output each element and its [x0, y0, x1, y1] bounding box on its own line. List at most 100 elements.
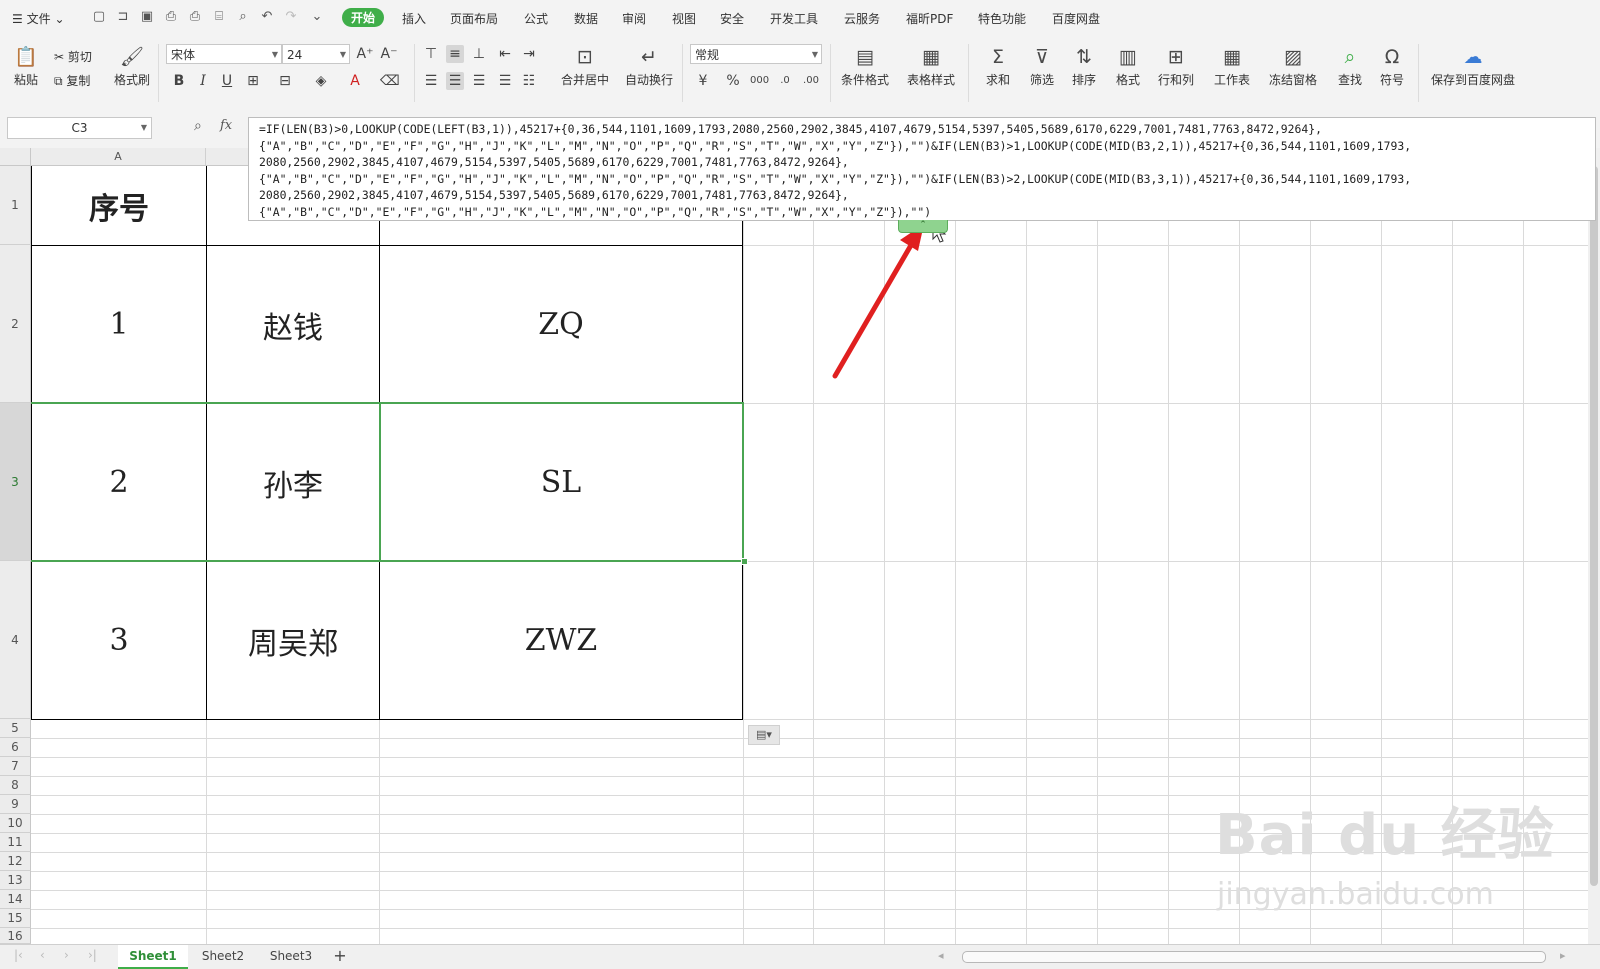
cell-a1[interactable]: 序号 [32, 166, 206, 245]
find-button[interactable]: ⌕ 查找 [1332, 46, 1368, 88]
tab-page-layout[interactable]: 页面布局 [450, 10, 498, 27]
paste-button[interactable]: 📋 粘贴 [8, 46, 44, 88]
vertical-scrollbar[interactable] [1588, 148, 1600, 944]
fill-pattern-icon[interactable]: ⊟ [276, 72, 294, 90]
decrease-font-icon[interactable]: A⁻ [380, 45, 398, 63]
fill-handle[interactable] [741, 558, 748, 565]
cell-b4[interactable]: 周吴郑 [207, 562, 379, 719]
sheet-tab-sheet2[interactable]: Sheet2 [190, 945, 256, 967]
align-left-icon[interactable]: ☰ [422, 72, 440, 90]
justify-icon[interactable]: ☰ [496, 72, 514, 90]
undo-icon[interactable]: ↶ [260, 10, 274, 24]
format-painter-button[interactable]: 🖌 格式刷 [112, 46, 152, 88]
tab-prev-icon[interactable]: ‹ [40, 948, 45, 962]
table-style-button[interactable]: ▦ 表格样式 [902, 46, 960, 88]
tab-last-icon[interactable]: ›| [88, 948, 97, 962]
row-header-6[interactable]: 6 [0, 738, 31, 757]
increase-font-icon[interactable]: A⁺ [356, 45, 374, 63]
column-header-a[interactable]: A [31, 148, 206, 166]
formula-input[interactable]: =IF(LEN(B3)>0,LOOKUP(CODE(LEFT(B3,1)),45… [248, 117, 1596, 221]
paste-options-button[interactable]: ▤▾ [748, 725, 780, 745]
cell-b2[interactable]: 赵钱 [207, 246, 379, 403]
tab-view[interactable]: 视图 [672, 10, 696, 27]
add-sheet-button[interactable]: + [330, 945, 350, 967]
save-to-baidu-button[interactable]: ☁ 保存到百度网盘 [1428, 46, 1518, 88]
sheet-tab-sheet1[interactable]: Sheet1 [118, 945, 188, 969]
format-button[interactable]: ▥ 格式 [1112, 46, 1144, 88]
print-preview-icon[interactable]: ⌸ [212, 10, 226, 24]
scroll-right-icon[interactable]: ▸ [1560, 949, 1566, 962]
currency-icon[interactable]: ¥ [694, 72, 712, 90]
zoom-search-icon[interactable]: ⌕ [194, 118, 202, 134]
font-size-select[interactable]: 24 ▼ [282, 44, 350, 64]
row-header-11[interactable]: 11 [0, 833, 31, 852]
scroll-left-icon[interactable]: ◂ [938, 949, 944, 962]
percent-icon[interactable]: % [724, 72, 742, 90]
sheet-tab-sheet3[interactable]: Sheet3 [258, 945, 324, 967]
symbol-button[interactable]: Ω 符号 [1374, 46, 1410, 88]
row-header-5[interactable]: 5 [0, 719, 31, 738]
cell-c4[interactable]: ZWZ [380, 562, 742, 719]
distributed-icon[interactable]: ☷ [520, 72, 538, 90]
horizontal-scrollbar[interactable] [962, 951, 1546, 963]
worksheet-button[interactable]: ▦ 工作表 [1208, 46, 1256, 88]
row-header-3[interactable]: 3 [0, 403, 31, 561]
row-header-12[interactable]: 12 [0, 852, 31, 871]
tab-foxit-pdf[interactable]: 福昕PDF [906, 10, 953, 27]
cell-a3[interactable]: 2 [32, 404, 206, 561]
row-header-10[interactable]: 10 [0, 814, 31, 833]
clear-format-icon[interactable]: ⌫ [380, 72, 400, 90]
italic-icon[interactable]: I [194, 72, 212, 90]
align-bottom-icon[interactable]: ⊥ [470, 45, 488, 63]
increase-indent-icon[interactable]: ⇥ [520, 45, 538, 63]
conditional-format-button[interactable]: ▤ 条件格式 [836, 46, 894, 88]
tab-features[interactable]: 特色功能 [978, 10, 1026, 27]
row-column-button[interactable]: ⊞ 行和列 [1154, 46, 1198, 88]
borders-icon[interactable]: ⊞ [244, 72, 262, 90]
font-name-select[interactable]: 宋体 ▼ [166, 44, 282, 64]
font-color-icon[interactable]: A [346, 72, 364, 90]
name-box[interactable]: C3 ▼ [7, 117, 152, 139]
vertical-scroll-thumb[interactable] [1590, 166, 1598, 886]
row-header-15[interactable]: 15 [0, 909, 31, 928]
row-header-4[interactable]: 4 [0, 561, 31, 719]
wrap-text-button[interactable]: ↵ 自动换行 [624, 46, 674, 88]
tab-developer[interactable]: 开发工具 [770, 10, 818, 27]
align-center-icon[interactable]: ☰ [446, 72, 464, 90]
cut-button[interactable]: ✂ 剪切 [54, 48, 92, 65]
row-header-9[interactable]: 9 [0, 795, 31, 814]
collapse-formula-button[interactable]: ⌃ [898, 220, 948, 233]
align-middle-icon[interactable]: ≡ [446, 45, 464, 63]
tab-data[interactable]: 数据 [574, 10, 598, 27]
row-header-2[interactable]: 2 [0, 245, 31, 403]
fill-color-icon[interactable]: ◈ [312, 72, 330, 90]
tab-security[interactable]: 安全 [720, 10, 744, 27]
merge-center-button[interactable]: ⊡ 合并居中 [556, 46, 614, 88]
save-icon[interactable]: ▣ [140, 10, 154, 24]
row-header-16[interactable]: 16 [0, 928, 31, 944]
tab-formulas[interactable]: 公式 [524, 10, 548, 27]
decrease-decimal-icon[interactable]: .00 [802, 72, 820, 90]
fx-icon[interactable]: fx [220, 118, 232, 133]
customize-toolbar-icon[interactable]: ⌄ [310, 10, 324, 24]
select-all-corner[interactable] [0, 148, 31, 166]
bold-icon[interactable]: B [170, 72, 188, 90]
print-icon[interactable]: ⎙ [188, 10, 202, 24]
redo-icon[interactable]: ↷ [284, 10, 298, 24]
cell-a4[interactable]: 3 [32, 562, 206, 719]
row-header-1[interactable]: 1 [0, 166, 31, 245]
export-pdf-icon[interactable]: ⎙ [164, 10, 178, 24]
tab-cloud[interactable]: 云服务 [844, 10, 880, 27]
increase-decimal-icon[interactable]: .0 [776, 72, 794, 90]
sum-button[interactable]: Σ 求和 [982, 46, 1014, 88]
file-menu[interactable]: ☰ 文件 ⌄ [12, 10, 65, 27]
tab-first-icon[interactable]: |‹ [14, 948, 23, 962]
preview-search-icon[interactable]: ⌕ [236, 10, 250, 24]
tab-next-icon[interactable]: › [64, 948, 69, 962]
thousands-separator-icon[interactable]: 000 [750, 72, 769, 90]
row-header-14[interactable]: 14 [0, 890, 31, 909]
tab-baidu-netdisk[interactable]: 百度网盘 [1052, 10, 1100, 27]
new-file-icon[interactable]: ▢ [92, 10, 106, 24]
row-header-7[interactable]: 7 [0, 757, 31, 776]
cell-b3[interactable]: 孙李 [207, 404, 379, 561]
